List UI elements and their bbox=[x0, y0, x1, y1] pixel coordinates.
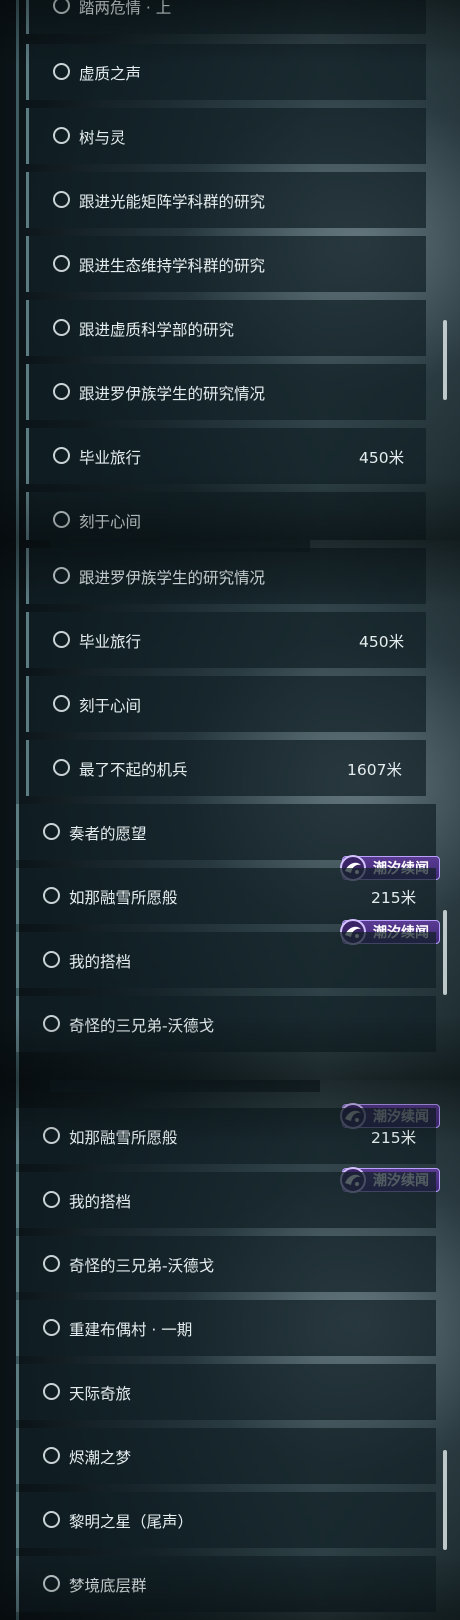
quest-label: 如那融雪所愿般 bbox=[69, 889, 178, 907]
status-circle-icon bbox=[43, 887, 60, 904]
quest-row[interactable]: 跟进罗伊族学生的研究情况 bbox=[26, 364, 426, 420]
quest-label: 我的搭档 bbox=[69, 953, 132, 971]
quest-label: 梦境底层群 bbox=[69, 1577, 147, 1595]
status-circle-icon bbox=[53, 695, 70, 712]
quest-row[interactable]: 奇怪的三兄弟-沃德戈 bbox=[16, 1236, 436, 1292]
quest-label: 刻于心间 bbox=[79, 697, 142, 715]
status-circle-icon bbox=[53, 63, 70, 80]
status-circle-icon bbox=[43, 1127, 60, 1144]
status-circle-icon bbox=[53, 383, 70, 400]
scrollbar-thumb[interactable] bbox=[443, 910, 447, 995]
quest-label: 奇怪的三兄弟-沃德戈 bbox=[69, 1257, 215, 1275]
quest-row[interactable]: 黎明之星（尾声） bbox=[16, 1492, 436, 1548]
quest-label: 虚质之声 bbox=[79, 65, 142, 83]
distance-label: 215米 bbox=[371, 889, 417, 907]
status-circle-icon bbox=[53, 511, 70, 528]
quest-label: 最了不起的机兵 bbox=[79, 761, 188, 779]
quest-row[interactable]: 如那融雪所愿般 215米 bbox=[16, 868, 436, 924]
distance-label: 1607米 bbox=[347, 761, 402, 779]
status-circle-icon bbox=[43, 1015, 60, 1032]
tree-line bbox=[16, 0, 19, 540]
quest-row[interactable]: 跟进光能矩阵学科群的研究 bbox=[26, 172, 426, 228]
quest-label: 跟进罗伊族学生的研究情况 bbox=[79, 569, 266, 587]
scrollbar-thumb[interactable] bbox=[443, 320, 447, 400]
quest-row[interactable]: 踏两危情 · 上 bbox=[26, 0, 426, 34]
quest-row[interactable]: 奇怪的三兄弟-沃德戈 bbox=[16, 996, 436, 1052]
status-circle-icon bbox=[43, 1511, 60, 1528]
status-circle-icon bbox=[53, 0, 70, 14]
quest-row[interactable]: 毕业旅行 450米 bbox=[26, 612, 426, 668]
quest-row[interactable]: 毕业旅行 450米 bbox=[26, 428, 426, 484]
quest-row[interactable]: 奏者的愿望 bbox=[16, 804, 436, 860]
status-circle-icon bbox=[43, 1319, 60, 1336]
status-circle-icon bbox=[53, 191, 70, 208]
quest-row[interactable]: 天际奇旅 bbox=[16, 1364, 436, 1420]
quest-label: 奏者的愿望 bbox=[69, 825, 147, 843]
quest-label: 毕业旅行 bbox=[79, 633, 142, 651]
quest-row[interactable]: 最了不起的机兵 1607米 bbox=[26, 740, 426, 796]
quest-row[interactable]: 刻于心间 bbox=[26, 676, 426, 732]
status-circle-icon bbox=[43, 1191, 60, 1208]
quest-label: 毕业旅行 bbox=[79, 449, 142, 467]
quest-label: 跟进虚质科学部的研究 bbox=[79, 321, 235, 339]
quest-row[interactable]: 重建布偶村 · 一期 bbox=[16, 1300, 436, 1356]
quest-row[interactable]: 跟进生态维持学科群的研究 bbox=[26, 236, 426, 292]
row-edge bbox=[50, 1080, 320, 1092]
quest-label: 踏两危情 · 上 bbox=[79, 0, 172, 17]
quest-label: 奇怪的三兄弟-沃德戈 bbox=[69, 1017, 215, 1035]
quest-row[interactable]: 烬潮之梦 bbox=[16, 1428, 436, 1484]
distance-label: 450米 bbox=[359, 633, 405, 651]
quest-row[interactable]: 跟进虚质科学部的研究 bbox=[26, 300, 426, 356]
quest-label: 跟进罗伊族学生的研究情况 bbox=[79, 385, 266, 403]
status-circle-icon bbox=[53, 447, 70, 464]
quest-list-panel-3: 潮汐续闻 如那融雪所愿般 215米 潮汐续闻 我的搭档 奇怪的三兄弟-沃德戈 重… bbox=[0, 1080, 460, 1620]
quest-row[interactable]: 刻于心间 bbox=[26, 492, 426, 540]
status-circle-icon bbox=[43, 823, 60, 840]
quest-row[interactable]: 虚质之声 bbox=[26, 44, 426, 100]
quest-list-panel-1: 踏两危情 · 上 虚质之声 树与灵 跟进光能矩阵学科群的研究 跟进生态维持学科群… bbox=[0, 0, 460, 540]
quest-row[interactable]: 我的搭档 bbox=[16, 932, 436, 988]
quest-label: 天际奇旅 bbox=[69, 1385, 132, 1403]
quest-label: 如那融雪所愿般 bbox=[69, 1129, 178, 1147]
quest-row[interactable]: 梦境底层群 bbox=[16, 1556, 436, 1612]
quest-row[interactable]: 树与灵 bbox=[26, 108, 426, 164]
status-circle-icon bbox=[53, 319, 70, 336]
quest-label: 跟进光能矩阵学科群的研究 bbox=[79, 193, 266, 211]
quest-list-panel-2: 跟进罗伊族学生的研究情况 毕业旅行 450米 刻于心间 最了不起的机兵 1607… bbox=[0, 540, 460, 1080]
distance-label: 450米 bbox=[359, 449, 405, 467]
quest-row[interactable]: 如那融雪所愿般 215米 bbox=[16, 1108, 436, 1164]
status-circle-icon bbox=[43, 1383, 60, 1400]
status-circle-icon bbox=[53, 567, 70, 584]
quest-label: 跟进生态维持学科群的研究 bbox=[79, 257, 266, 275]
status-circle-icon bbox=[43, 1447, 60, 1464]
scrollbar-thumb[interactable] bbox=[443, 1450, 447, 1550]
distance-label: 215米 bbox=[371, 1129, 417, 1147]
quest-label: 重建布偶村 · 一期 bbox=[69, 1321, 193, 1339]
quest-row[interactable]: 跟进罗伊族学生的研究情况 bbox=[26, 548, 426, 604]
quest-label: 黎明之星（尾声） bbox=[69, 1513, 194, 1531]
quest-label: 刻于心间 bbox=[79, 513, 142, 531]
status-circle-icon bbox=[53, 127, 70, 144]
status-circle-icon bbox=[53, 255, 70, 272]
quest-label: 树与灵 bbox=[79, 129, 126, 147]
quest-label: 烬潮之梦 bbox=[69, 1449, 132, 1467]
status-circle-icon bbox=[43, 951, 60, 968]
status-circle-icon bbox=[53, 631, 70, 648]
quest-label: 我的搭档 bbox=[69, 1193, 132, 1211]
status-circle-icon bbox=[43, 1255, 60, 1272]
status-circle-icon bbox=[43, 1575, 60, 1592]
status-circle-icon bbox=[53, 759, 70, 776]
quest-row[interactable]: 我的搭档 bbox=[16, 1172, 436, 1228]
